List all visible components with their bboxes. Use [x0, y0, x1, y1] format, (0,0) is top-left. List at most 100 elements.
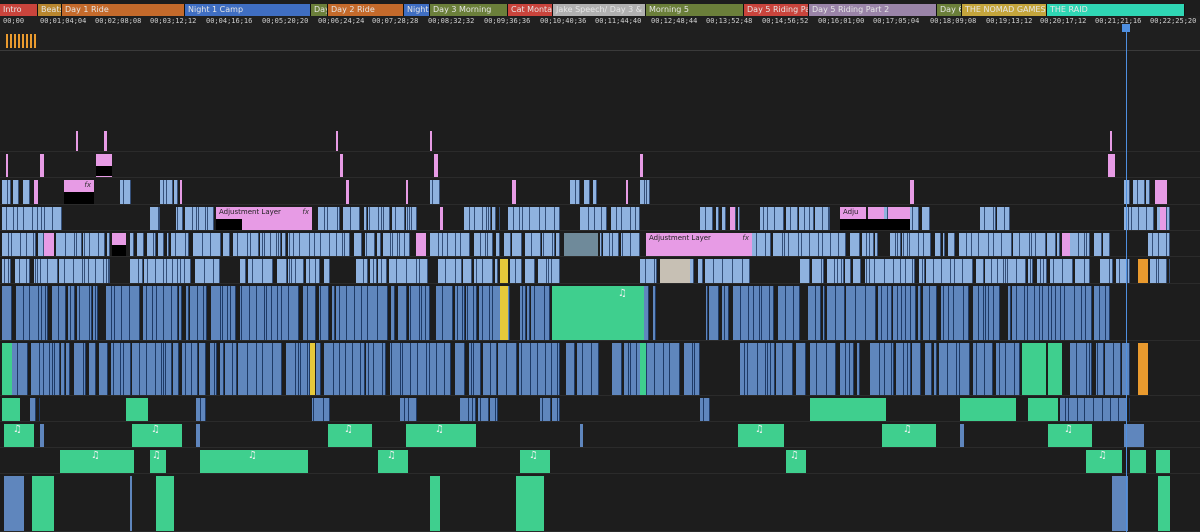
adjustment-clip[interactable]	[1108, 154, 1115, 177]
audio-clip[interactable]	[925, 343, 932, 395]
audio-clip[interactable]	[361, 343, 365, 395]
audio-clip[interactable]	[930, 286, 937, 340]
video-clip[interactable]	[525, 259, 535, 283]
audio-clip[interactable]	[282, 286, 289, 340]
video-clip[interactable]	[139, 259, 143, 283]
video-clip[interactable]	[185, 207, 193, 230]
video-clip[interactable]	[1063, 259, 1073, 283]
sequence-marker[interactable]: Day	[311, 4, 328, 16]
video-clip[interactable]	[90, 233, 99, 256]
video-clip[interactable]	[474, 233, 481, 256]
audio-clip[interactable]	[84, 343, 86, 395]
music-audio-clip[interactable]: ♫	[328, 424, 372, 447]
audio-clip[interactable]	[709, 286, 719, 340]
audio-clip[interactable]	[340, 286, 347, 340]
audio-clip[interactable]	[172, 286, 178, 340]
video-clip[interactable]	[555, 207, 560, 230]
adjustment-clip[interactable]	[180, 180, 182, 204]
audio-clip[interactable]	[61, 343, 65, 395]
video-clip[interactable]	[374, 259, 377, 283]
video-clip[interactable]	[2, 233, 9, 256]
audio-clip[interactable]	[398, 286, 407, 340]
video-clip[interactable]	[383, 233, 391, 256]
video-clip[interactable]	[396, 207, 405, 230]
audio-clip[interactable]	[977, 343, 985, 395]
audio-clip[interactable]	[771, 343, 775, 395]
video-clip[interactable]	[223, 233, 230, 256]
video-clip[interactable]	[997, 207, 1005, 230]
video-clip[interactable]	[546, 207, 555, 230]
video-clip[interactable]	[1031, 259, 1033, 283]
audio-clip[interactable]	[436, 286, 443, 340]
video-clip[interactable]	[1087, 233, 1090, 256]
video-clip[interactable]	[913, 207, 919, 230]
video-clip[interactable]	[935, 233, 941, 256]
audio-clip[interactable]	[430, 343, 437, 395]
audio-clip[interactable]	[411, 286, 420, 340]
adjustment-clip[interactable]	[730, 207, 735, 230]
video-clip[interactable]	[178, 207, 183, 230]
video-clip[interactable]	[623, 233, 631, 256]
video-clip[interactable]	[910, 233, 919, 256]
video-clip[interactable]	[603, 233, 610, 256]
video-clip[interactable]	[13, 180, 19, 204]
video-clip[interactable]	[532, 233, 541, 256]
video-clip[interactable]	[456, 259, 462, 283]
video-clip[interactable]	[600, 233, 602, 256]
video-clip[interactable]	[124, 180, 131, 204]
work-area-bar[interactable]	[0, 30, 1200, 51]
black-video-clip[interactable]	[96, 166, 112, 176]
sequence-marker[interactable]: Day 5 Riding Part 2	[809, 4, 937, 16]
video-clip[interactable]	[195, 259, 205, 283]
music-audio-clip[interactable]: ♫	[150, 450, 166, 473]
video-clip[interactable]	[1057, 233, 1060, 256]
audio-clip[interactable]	[250, 286, 257, 340]
video-clip[interactable]	[1075, 259, 1085, 283]
video-clip[interactable]	[488, 233, 493, 256]
video-clip[interactable]	[906, 259, 913, 283]
music-audio-clip[interactable]: ♫	[1086, 450, 1122, 473]
audio-clip[interactable]	[2, 286, 12, 340]
video-clip[interactable]	[716, 207, 719, 230]
audio-clip[interactable]	[353, 343, 361, 395]
audio-clip[interactable]	[443, 286, 453, 340]
video-clip[interactable]	[757, 233, 766, 256]
audio-clip[interactable]	[1086, 286, 1092, 340]
video-clip[interactable]	[405, 233, 410, 256]
adjustment-clip[interactable]	[1110, 131, 1112, 151]
video-clip[interactable]	[27, 233, 34, 256]
video-clip[interactable]	[433, 180, 440, 204]
audio-clip[interactable]	[437, 343, 445, 395]
audio-clip[interactable]	[866, 286, 876, 340]
audio-clip[interactable]	[892, 343, 894, 395]
audio-clip[interactable]	[1069, 398, 1078, 421]
audio-clip[interactable]	[220, 343, 224, 395]
video-clip[interactable]	[382, 259, 387, 283]
audio-clip[interactable]	[474, 343, 481, 395]
music-audio-clip[interactable]	[640, 343, 646, 395]
music-audio-clip[interactable]	[126, 398, 148, 421]
audio-clip[interactable]	[257, 286, 265, 340]
audio-clip[interactable]	[308, 286, 316, 340]
video-clip[interactable]	[324, 259, 330, 283]
audio-clip[interactable]	[498, 343, 507, 395]
audio-clip[interactable]	[30, 286, 39, 340]
video-clip[interactable]	[407, 259, 417, 283]
sequence-marker[interactable]: Morning 5	[646, 4, 744, 16]
audio-clip[interactable]	[670, 343, 680, 395]
video-clip[interactable]	[48, 259, 58, 283]
audio-clip[interactable]	[374, 343, 383, 395]
audio-clip[interactable]	[948, 343, 957, 395]
orange-video-clip[interactable]	[1138, 259, 1148, 283]
audio-clip[interactable]	[114, 343, 121, 395]
audio-clip[interactable]	[741, 286, 749, 340]
video-clip[interactable]	[850, 233, 860, 256]
video-clip[interactable]	[839, 233, 846, 256]
adjustment-clip[interactable]	[910, 180, 914, 204]
video-clip[interactable]	[107, 233, 110, 256]
adjustment-clip[interactable]	[626, 180, 628, 204]
video-clip[interactable]	[203, 233, 211, 256]
audio-clip[interactable]	[583, 343, 592, 395]
video-clip[interactable]	[147, 233, 154, 256]
video-clip[interactable]	[923, 259, 925, 283]
